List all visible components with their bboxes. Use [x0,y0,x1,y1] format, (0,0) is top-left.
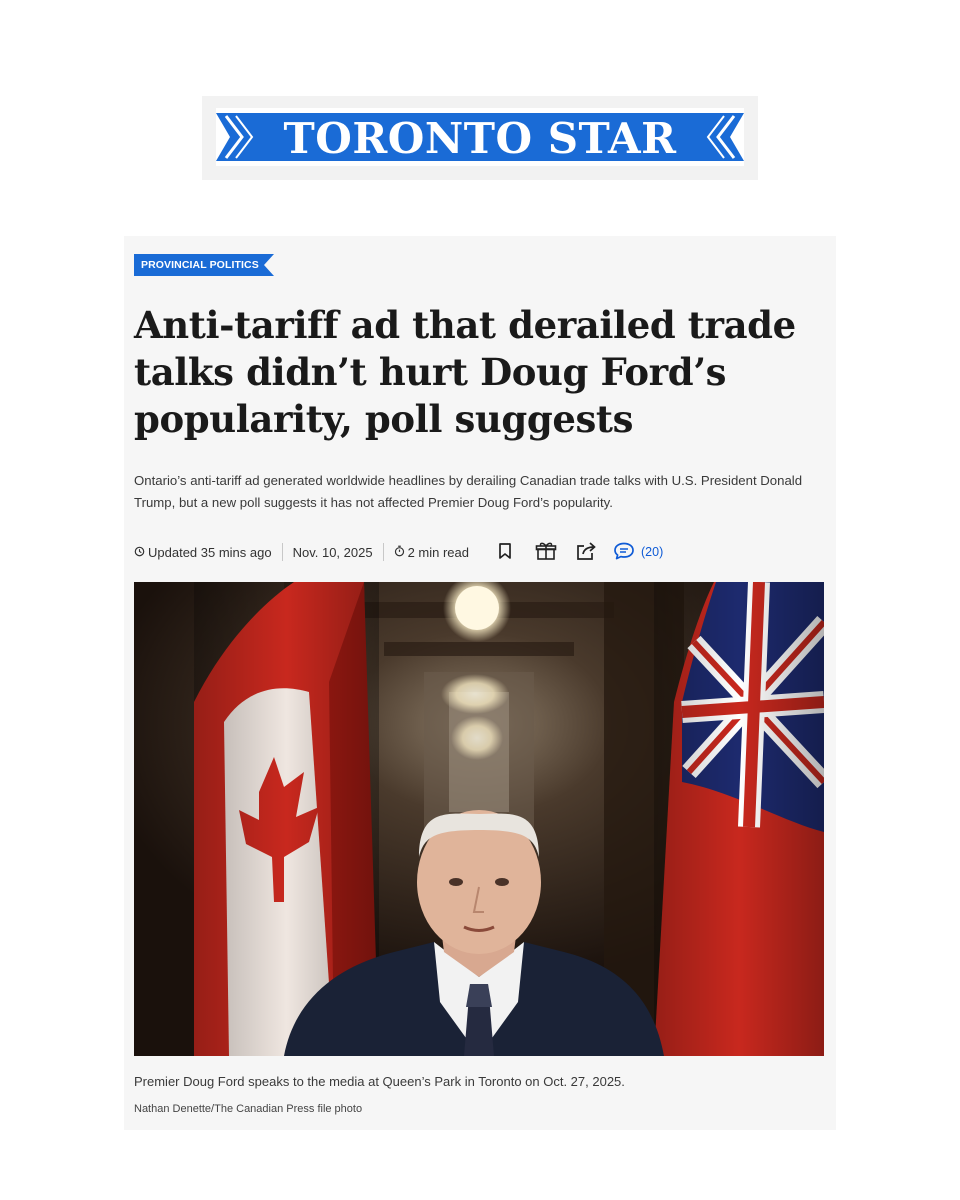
gift-icon [535,541,557,564]
comment-count: (20) [641,545,664,559]
share-icon [575,541,597,564]
article-meta: Updated 35 mins ago Nov. 10, 2025 2 min … [134,538,663,566]
photo-credit: Nathan Denette/The Canadian Press file p… [134,1103,363,1115]
comment-icon [613,541,635,564]
gift-article-button[interactable] [535,541,557,564]
article-photo[interactable] [134,582,824,1056]
section-tag[interactable]: PROVINCIAL POLITICS [134,254,274,276]
read-time: 2 min read [394,545,469,560]
read-time-text: 2 min read [407,544,469,560]
section-tag-label: PROVINCIAL POLITICS [141,259,259,271]
publish-date: Nov. 10, 2025 [292,544,373,560]
meta-divider [382,543,384,561]
masthead: TORONTO STAR [202,96,758,180]
article-card: PROVINCIAL POLITICS Anti-tariff ad that … [124,236,836,1130]
updated-text: Updated 35 mins ago [148,544,272,560]
photo-caption: Premier Doug Ford speaks to the media at… [134,1074,625,1089]
updated-info: Updated 35 mins ago [134,545,272,560]
bookmark-icon [497,542,513,563]
masthead-brand: TORONTO STAR [284,114,678,163]
comments-button[interactable]: (20) [613,541,663,564]
toronto-star-logo[interactable]: TORONTO STAR [216,108,744,166]
bookmark-button[interactable] [497,542,513,563]
timer-icon [394,545,405,560]
article-headline: Anti-tariff ad that derailed trade talks… [134,303,796,441]
clock-icon [134,545,145,560]
share-button[interactable] [575,541,597,564]
article-dek: Ontario’s anti-tariff ad generated world… [134,473,803,510]
meta-divider [281,543,283,561]
